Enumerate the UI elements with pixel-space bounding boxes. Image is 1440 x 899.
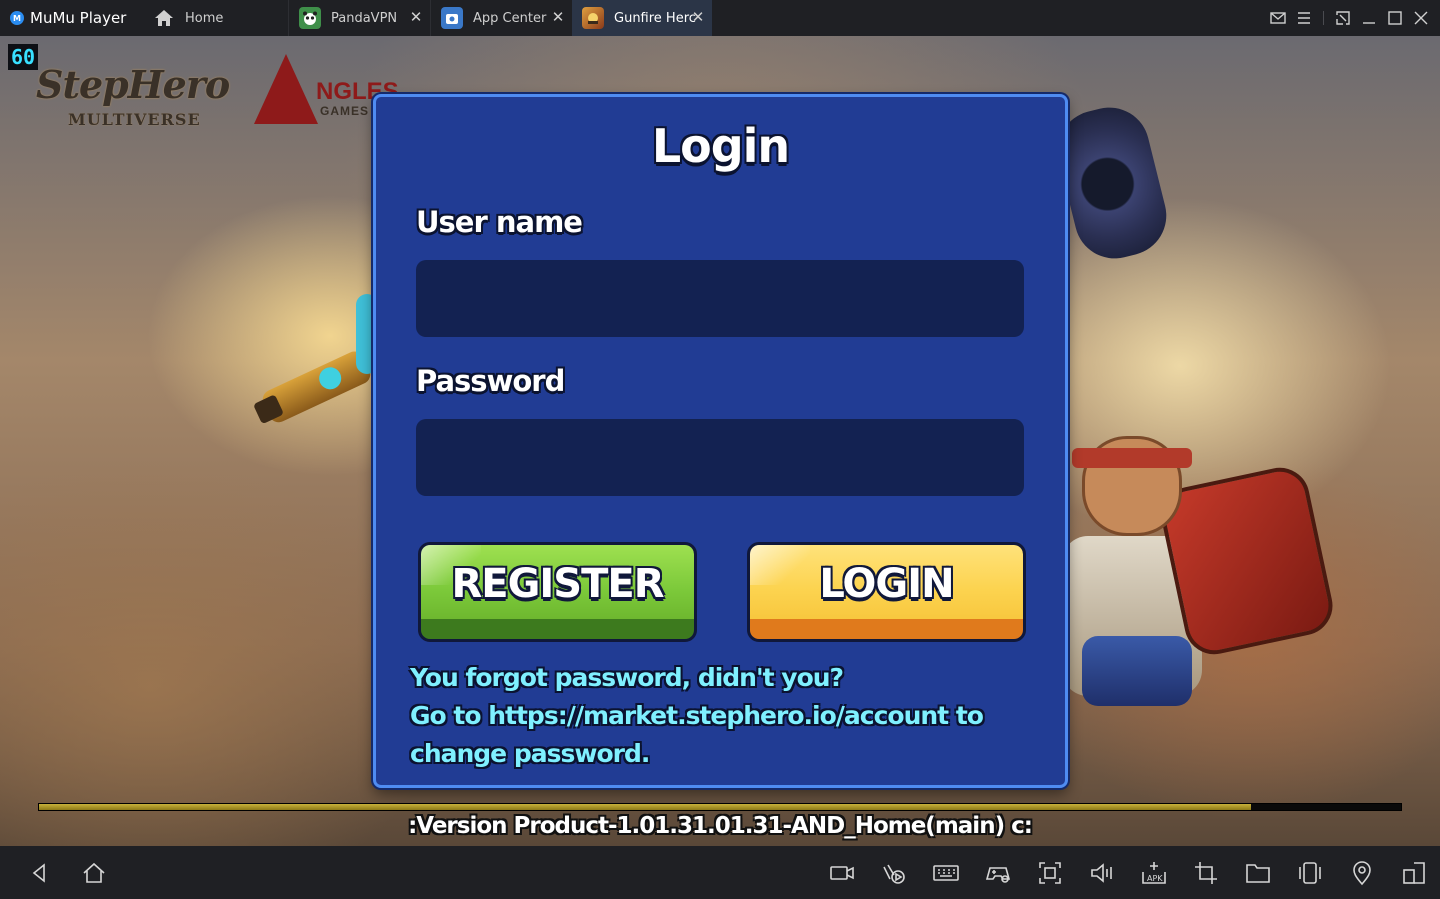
bottom-toolbar: APK (0, 846, 1440, 899)
gamepad-macro-icon[interactable] (880, 859, 908, 887)
home-icon[interactable] (80, 859, 108, 887)
logo-subtitle: MULTIVERSE (68, 110, 201, 129)
password-input[interactable] (416, 419, 1024, 496)
password-label: Password (416, 364, 565, 398)
tab-label: PandaVPN (331, 10, 398, 26)
gunfire-hero-app-icon (582, 7, 604, 29)
pandavpn-app-icon (299, 7, 321, 29)
game-viewport[interactable]: 60 StepHero MULTIVERSE NGLES GAMES Login… (0, 36, 1440, 846)
multi-window-icon[interactable] (1400, 859, 1428, 887)
shake-icon[interactable] (1296, 859, 1324, 887)
keyboard-icon[interactable] (932, 859, 960, 887)
app-name: MuMu Player (30, 9, 127, 27)
window-controls (1265, 0, 1440, 36)
screenshot-icon[interactable] (1036, 859, 1064, 887)
location-icon[interactable] (1348, 859, 1376, 887)
mumu-logo-icon: M (10, 11, 24, 25)
volume-icon[interactable] (1088, 859, 1116, 887)
studio-logo: NGLES GAMES (254, 54, 399, 126)
close-icon[interactable]: ✕ (408, 9, 424, 25)
gamepad-icon[interactable] (984, 859, 1012, 887)
svg-text:APK: APK (1147, 874, 1163, 883)
studio-logo-subtitle: GAMES (320, 104, 370, 118)
tab-gunfire-hero[interactable]: Gunfire Herc ✕ (572, 0, 712, 36)
version-label: :Version Product-1.01.31.01.31-AND_Home(… (408, 813, 1033, 839)
minimize-icon[interactable] (1356, 0, 1382, 36)
folder-icon[interactable] (1244, 859, 1272, 887)
studio-logo-mark-icon (254, 54, 318, 124)
login-title: Login (651, 119, 790, 173)
login-dialog: Login User name Password REGISTER LOGIN … (373, 94, 1068, 788)
close-icon[interactable]: ✕ (690, 9, 706, 25)
tab-pandavpn[interactable]: PandaVPN ✕ (288, 0, 430, 36)
close-icon[interactable]: ✕ (550, 9, 566, 25)
forgot-password-line-2: Go to https://market.stephero.io/account… (410, 701, 984, 730)
register-button[interactable]: REGISTER (418, 542, 697, 642)
mail-icon[interactable] (1265, 0, 1291, 36)
restore-layout-icon[interactable] (1330, 0, 1356, 36)
tab-home[interactable]: Home (143, 0, 288, 36)
crop-icon[interactable] (1192, 859, 1220, 887)
app-center-icon (441, 7, 463, 29)
title-bar: M MuMu Player Home PandaVPN ✕ App Center… (0, 0, 1440, 36)
tab-label: Home (185, 10, 224, 26)
login-button[interactable]: LOGIN (747, 542, 1026, 642)
fps-counter: 60 (8, 44, 38, 70)
forgot-password-line-3: change password. (410, 739, 650, 768)
hero-character-artwork (1062, 396, 1352, 766)
username-input[interactable] (416, 260, 1024, 337)
back-icon[interactable] (26, 859, 54, 887)
close-window-icon[interactable] (1408, 0, 1434, 36)
install-apk-icon[interactable]: APK (1140, 859, 1168, 887)
tab-app-center[interactable]: App Center ✕ (430, 0, 572, 36)
app-brand: M MuMu Player (0, 0, 143, 36)
tab-label: Gunfire Herc (614, 10, 696, 26)
cannon-artwork (1049, 99, 1175, 267)
home-icon (153, 7, 175, 29)
menu-icon[interactable] (1291, 0, 1317, 36)
login-button-label: LOGIN (819, 561, 954, 607)
maximize-icon[interactable] (1382, 0, 1408, 36)
register-button-label: REGISTER (451, 561, 664, 607)
stephero-logo: StepHero MULTIVERSE (36, 62, 236, 134)
logo-title: StepHero (36, 62, 230, 107)
divider (1323, 11, 1324, 25)
forgot-password-line-1: You forgot password, didn't you? (410, 663, 844, 692)
screen-record-icon[interactable] (828, 859, 856, 887)
username-label: User name (416, 205, 583, 239)
tab-label: App Center (473, 10, 547, 26)
loading-progress-fill (39, 804, 1252, 810)
loading-progress-bar (38, 803, 1402, 811)
